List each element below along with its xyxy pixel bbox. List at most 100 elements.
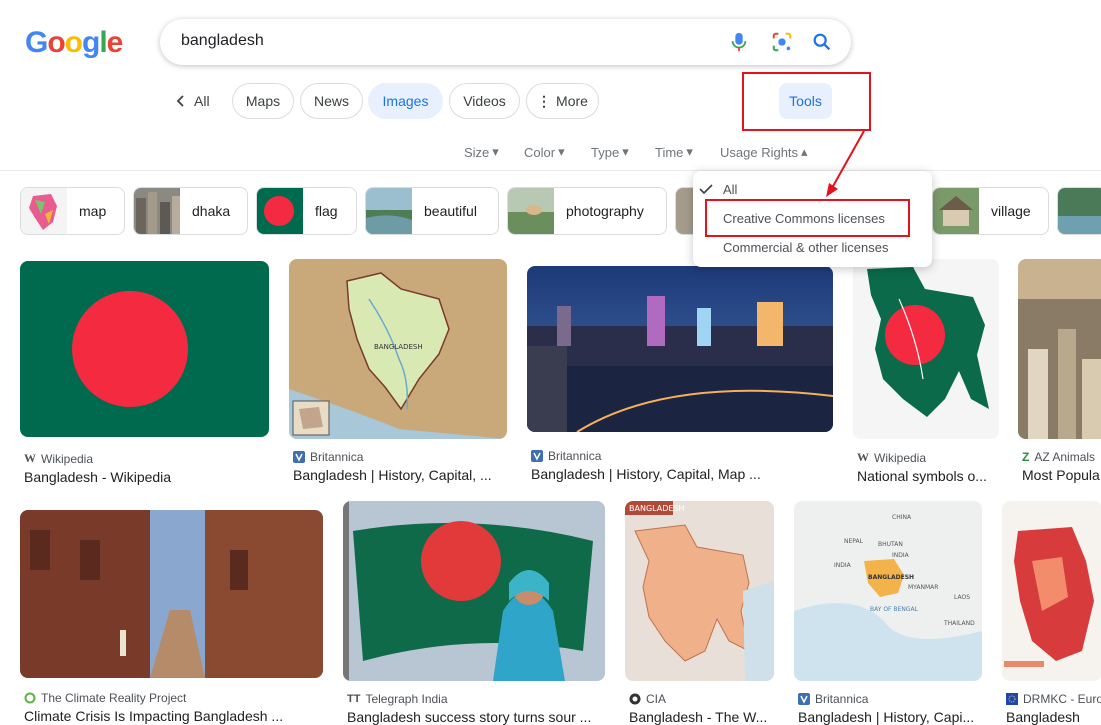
wikipedia-icon: W <box>857 450 869 464</box>
cia-tag: BANGLADESH <box>629 504 685 513</box>
refinement-chip-map[interactable]: map <box>20 187 125 235</box>
flag-and-leader-image <box>343 501 605 681</box>
caret-down-icon: ▾ <box>622 144 629 159</box>
result-source: TT Telegraph India <box>347 692 605 706</box>
dropdown-item-all[interactable]: All <box>723 182 737 197</box>
map-label: BAY OF BENGAL <box>870 606 919 613</box>
google-lens-icon[interactable] <box>771 31 793 53</box>
back-all-label: All <box>194 93 210 109</box>
tab-images[interactable]: Images <box>368 83 443 119</box>
result-title[interactable]: Most Popula... <box>1022 467 1101 483</box>
result-card[interactable]: W Wikipedia Bangladesh - Wikipedia <box>20 261 270 485</box>
chevron-left-icon <box>176 95 184 107</box>
filter-label: Type <box>591 144 620 160</box>
filter-label: Usage Rights <box>720 144 799 160</box>
map-label: INDIA <box>834 562 852 569</box>
result-card[interactable]: DRMKC - Europ... Bangladesh <box>1002 501 1101 725</box>
result-title[interactable]: Bangladesh - Wikipedia <box>24 469 270 485</box>
refinement-chip-flag[interactable]: flag <box>256 187 357 235</box>
source-label: CIA <box>646 692 667 706</box>
bangladesh-flag-image <box>20 261 269 437</box>
map-label: INDIA <box>892 552 910 559</box>
result-title[interactable]: Bangladesh <box>1006 709 1101 725</box>
refinement-label: dhaka <box>192 203 231 219</box>
search-input[interactable]: bangladesh <box>181 32 264 50</box>
result-title[interactable]: Bangladesh success story turns sour ... <box>347 709 602 725</box>
result-card[interactable]: CHINA NEPAL BHUTAN INDIA BANGLADESH MYAN… <box>794 501 982 725</box>
result-card[interactable]: Britannica Bangladesh | History, Capital… <box>527 266 834 482</box>
map-label: MYANMAR <box>908 584 938 591</box>
caret-down-icon: ▾ <box>492 144 499 159</box>
dropdown-item-commercial[interactable]: Commercial & other licenses <box>723 240 888 255</box>
next-thumbnail <box>1058 188 1101 234</box>
village-thumbnail <box>933 188 979 234</box>
more-label: More <box>556 93 588 109</box>
result-title[interactable]: Bangladesh | History, Capi... <box>798 709 976 725</box>
result-source: DRMKC - Europ... <box>1006 692 1101 706</box>
map-label: THAILAND <box>943 620 975 627</box>
microphone-icon[interactable] <box>728 31 750 53</box>
dhaka-thumbnail <box>134 188 180 234</box>
filter-time[interactable]: Time ▾ <box>655 144 693 160</box>
map-label: BANGLADESH <box>868 574 914 581</box>
source-label: DRMKC - Europ... <box>1023 692 1101 706</box>
result-title[interactable]: Bangladesh - The W... <box>629 709 769 725</box>
map-label: BANGLADESH <box>374 343 423 351</box>
map-thumbnail <box>21 188 67 234</box>
search-icon[interactable] <box>811 31 833 53</box>
result-card[interactable]: Z AZ Animals Most Popula... <box>1018 259 1101 483</box>
beautiful-thumbnail <box>366 188 412 234</box>
refinement-chip-dhaka[interactable]: dhaka <box>133 187 248 235</box>
caret-up-icon: ▴ <box>801 144 808 159</box>
result-title[interactable]: Bangladesh | History, Capital, ... <box>293 467 498 483</box>
result-card[interactable]: BANGLADESH Britannica Bangladesh | Histo… <box>289 259 507 483</box>
result-title[interactable]: Bangladesh | History, Capital, Map ... <box>531 466 831 482</box>
refinement-chip-beautiful[interactable]: beautiful <box>365 187 499 235</box>
filter-label: Size <box>464 144 490 160</box>
climate-reality-icon <box>24 692 36 704</box>
filter-type[interactable]: Type ▾ <box>591 144 629 160</box>
tab-maps[interactable]: Maps <box>232 83 294 119</box>
google-logo[interactable]: Google <box>25 26 124 60</box>
source-label: Wikipedia <box>41 451 94 466</box>
map-label: LAOS <box>954 594 970 601</box>
result-card[interactable]: The Climate Reality Project Climate Cris… <box>20 510 324 724</box>
refinement-chip-village[interactable]: village <box>932 187 1049 235</box>
result-card[interactable]: W Wikipedia National symbols o... <box>853 259 999 484</box>
result-title[interactable]: Climate Crisis Is Impacting Bangladesh .… <box>24 708 294 724</box>
logo-letter: e <box>106 26 124 59</box>
tab-more[interactable]: ⋮ More <box>526 83 599 119</box>
tab-videos[interactable]: Videos <box>449 83 520 119</box>
eu-flag-icon <box>1006 693 1018 705</box>
cia-icon <box>629 693 641 705</box>
back-to-all-link[interactable]: All <box>176 93 210 109</box>
check-icon <box>699 184 713 195</box>
refinement-label: photography <box>566 203 644 219</box>
result-source: CIA <box>629 692 774 706</box>
filter-usage-rights[interactable]: Usage Rights ▴ <box>720 144 808 160</box>
filter-color[interactable]: Color ▾ <box>524 144 565 160</box>
caret-down-icon: ▾ <box>558 144 565 159</box>
map-label: BHUTAN <box>878 541 903 548</box>
result-title[interactable]: National symbols o... <box>857 468 997 484</box>
filter-size[interactable]: Size ▾ <box>464 144 499 160</box>
more-vert-icon: ⋮ <box>537 92 552 109</box>
filter-label: Time <box>655 144 684 160</box>
source-label: Telegraph India <box>365 692 448 706</box>
refinement-label: village <box>991 203 1031 219</box>
tab-news[interactable]: News <box>300 83 363 119</box>
search-box[interactable]: bangladesh <box>160 19 851 65</box>
logo-letter: G <box>25 26 48 59</box>
refinement-chip-next[interactable] <box>1057 187 1101 235</box>
source-label: Britannica <box>548 449 602 463</box>
result-source: W Wikipedia <box>24 451 270 466</box>
source-label: Wikipedia <box>874 450 927 465</box>
city-aerial-image <box>1018 259 1101 439</box>
result-source: Z AZ Animals <box>1022 450 1101 464</box>
result-card[interactable]: BANGLADESH CIA Bangladesh - The W... <box>625 501 774 725</box>
result-source: W Wikipedia <box>857 450 999 465</box>
refinement-chip-photography[interactable]: photography <box>507 187 667 235</box>
wikipedia-icon: W <box>24 451 36 465</box>
result-card[interactable]: TT Telegraph India Bangladesh success sto… <box>343 501 605 725</box>
dhaka-night-skyline-image <box>527 266 834 433</box>
